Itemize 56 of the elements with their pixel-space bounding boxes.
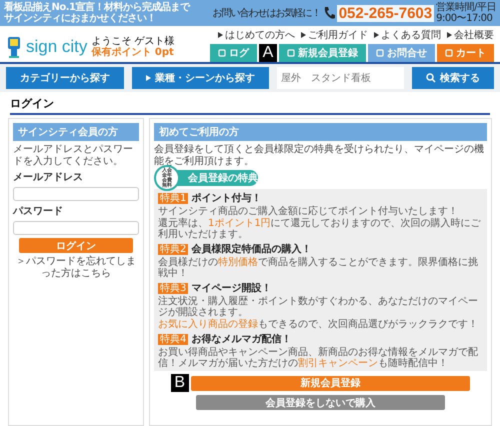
intro-text: 会員登録をして頂くと会員様限定の特典を受けられたり、マイページの機能をご利用頂けます。 xyxy=(154,144,485,167)
benefit-title: ポイント付与！ xyxy=(191,192,262,205)
phone-icon xyxy=(322,6,335,20)
forgot-password-link[interactable]: ＞パスワードを忘れてしまった方はこちら xyxy=(13,256,139,279)
login-button[interactable]: ログイン xyxy=(19,238,133,253)
tagline: 看板品揃えNo.1宣言！材料から完成品まで サインシティにおまかせください！ xyxy=(4,2,190,24)
header-link[interactable]: よくある質問 xyxy=(374,28,441,42)
benefit-text: 還元率は、1ポイント1円にて還元しておりますので、次回の購入時にご利用いただけます。 xyxy=(158,218,482,240)
header-tab[interactable]: 新規会員登録 xyxy=(279,44,366,62)
field-label: メールアドレス xyxy=(13,171,84,184)
triangle-icon xyxy=(218,32,223,38)
benefit-tag: 特典1 xyxy=(158,192,188,204)
points-text: 保有ポイント 0pt xyxy=(91,47,175,58)
search-field[interactable]: 屋外 スタンド看板 xyxy=(277,67,404,89)
header-tab[interactable]: カート xyxy=(437,44,494,62)
welcome-text: ようこそ ゲスト様 xyxy=(91,36,175,46)
phone-number: 052-265-7603 xyxy=(336,4,434,22)
search-button[interactable]: 検索する xyxy=(412,67,494,89)
search-icon xyxy=(426,73,436,83)
section-heading: サインシティ会員の方 xyxy=(13,123,139,141)
triangle-icon xyxy=(447,32,452,38)
benefit-title: 会員様限定特価品の購入！ xyxy=(191,242,312,256)
section-heading: 初めてご利用の方 xyxy=(154,123,487,141)
benefit-text: お買い得商品やキャンペーン商品、新商品のお得な情報をメルマガで配信！メルマガが届いた方だけの割引キャンペーンも随時配信中！ xyxy=(158,347,479,369)
benefit-text: 会員様だけの特別価格で商品を購入することができます。限界価格に挑戦中！ xyxy=(158,257,479,279)
logo-text[interactable]: sign city xyxy=(26,37,88,57)
benefit-text: 注文状況・購入履歴・ポイント数がすぐわかる、あなただけのマイページが開設されます。 xyxy=(158,296,479,318)
register-button[interactable]: 新規会員登録 xyxy=(190,376,470,390)
header-link[interactable]: ご利用ガイド xyxy=(301,28,368,42)
category-button[interactable]: カテゴリーから探す xyxy=(6,67,124,89)
instruction-text: メールアドレスとパスワードを入力してください。 xyxy=(13,144,134,167)
header-link[interactable]: はじめての方へ xyxy=(218,28,295,42)
benefit-title: マイページ開設！ xyxy=(191,282,272,295)
benefit-text: お気に入り商品の登録もできるので、次回商品選びがラックラクです！ xyxy=(158,319,479,330)
guest-purchase-button[interactable]: 会員登録をしないで購入 xyxy=(196,395,446,410)
triangle-icon xyxy=(301,32,306,38)
page-title: ログイン xyxy=(10,96,490,115)
benefit-text: サインシティ商品のご購入金額に応じてポイント付与いたします！ xyxy=(158,206,459,217)
field-label: パスワード xyxy=(13,205,64,218)
mascot-drawing xyxy=(6,35,22,59)
triangle-icon xyxy=(146,75,151,81)
benefit-title: お得なメルマガ配信！ xyxy=(191,332,292,346)
business-hours: 営業時間/平日 9:00〜17:00 xyxy=(436,2,496,24)
triangle-icon xyxy=(374,32,379,38)
header-tab[interactable]: ログ xyxy=(210,44,257,62)
annotation-label: B xyxy=(170,374,189,392)
input-field[interactable] xyxy=(13,221,139,235)
annotation-label: A xyxy=(259,44,277,62)
header-link[interactable]: 会社概要 xyxy=(447,28,494,42)
category-button[interactable]: 業種・シーンから探す xyxy=(132,67,269,89)
header-tab[interactable]: お問合せ xyxy=(368,44,435,62)
contact-label: お問い合わせはお気軽に！ xyxy=(212,7,321,20)
benefit-tag: 特典4 xyxy=(158,334,188,344)
benefit-tag: 特典3 xyxy=(158,282,188,294)
benefit-tag: 特典2 xyxy=(158,244,188,254)
input-field[interactable] xyxy=(13,187,139,201)
